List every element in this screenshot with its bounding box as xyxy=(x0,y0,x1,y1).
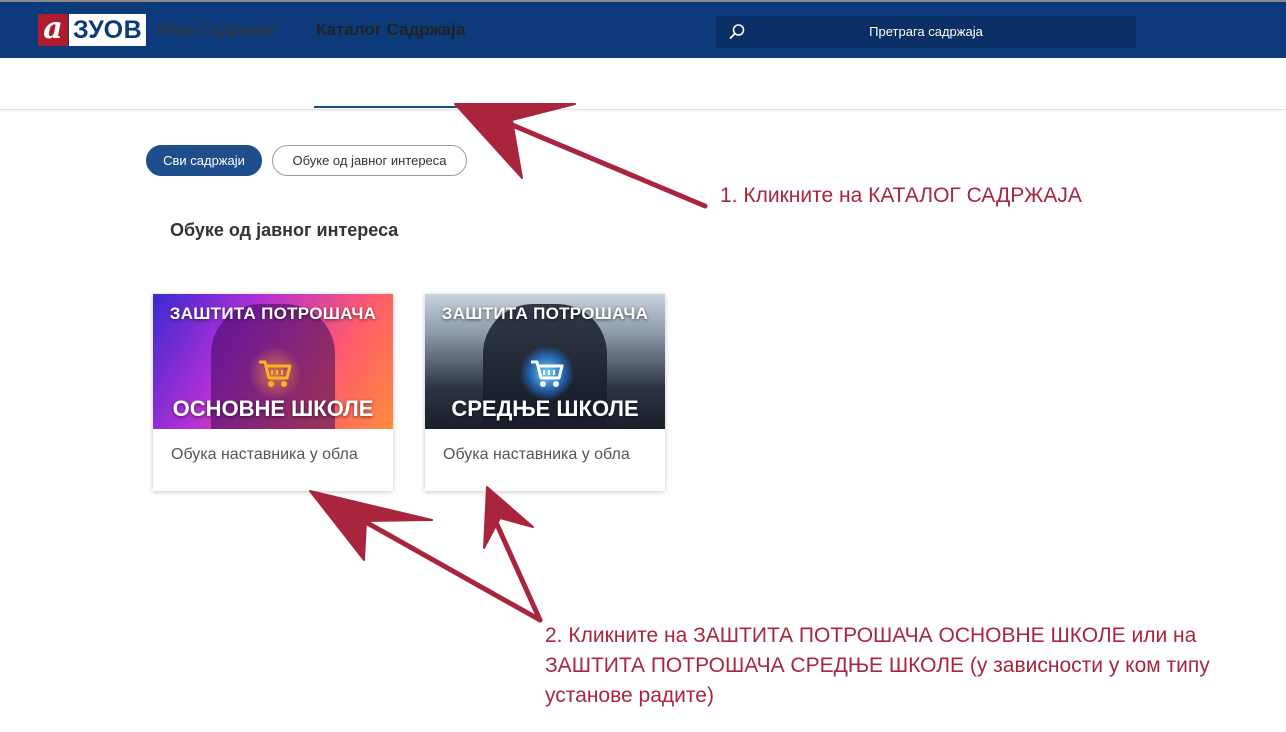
annotation-step-2: 2. Кликните на ЗАШТИТА ПОТРОШАЧА ОСНОВНЕ… xyxy=(545,624,1210,707)
filter-all-content[interactable]: Сви садржаји xyxy=(146,145,262,176)
logo-text: ЗУОВ xyxy=(69,14,147,46)
logo-mark: а xyxy=(38,14,68,46)
filter-public-interest[interactable]: Обуке од јавног интереса xyxy=(272,145,467,176)
zuov-logo[interactable]: а ЗУОВ xyxy=(38,13,147,47)
tab-my-content[interactable]: Моји Садржаји xyxy=(157,20,274,40)
arrow-to-card-secondary xyxy=(492,517,543,623)
shopping-cart-icon xyxy=(259,360,292,387)
course-thumbnail[interactable]: ЗАШТИТА ПОТРОШАЧА ОСНОВНЕ ШКОЛЕ xyxy=(153,294,393,429)
thumbnail-subtitle: ОСНОВНЕ ШКОЛЕ xyxy=(172,396,374,421)
active-tab-indicator xyxy=(314,106,466,108)
arrow-to-catalog xyxy=(502,119,708,209)
arrowhead-card-primary xyxy=(309,490,433,561)
course-description: Обука наставника у обла xyxy=(171,446,358,463)
search-icon[interactable] xyxy=(728,23,746,41)
search-box[interactable]: Претрага садржаја xyxy=(716,16,1136,48)
course-card-secondary-schools[interactable]: ЗАШТИТА ПОТРОШАЧА СРЕДЊЕ ШКОЛЕ Обука нас… xyxy=(425,294,665,491)
course-thumbnail[interactable]: ЗАШТИТА ПОТРОШАЧА СРЕДЊЕ ШКОЛЕ xyxy=(425,294,665,429)
arrowhead-card-secondary xyxy=(483,486,534,549)
search-input[interactable]: Претрага садржаја xyxy=(776,16,1076,48)
course-description: Обука наставника у обла xyxy=(443,446,630,463)
arrowhead-catalog xyxy=(454,103,576,179)
thumbnail-title: ЗАШТИТА ПОТРОШАЧА xyxy=(441,304,649,323)
annotation-step-1: 1. Кликните на КАТАЛОГ САДРЖАЈА xyxy=(720,184,1082,207)
thumbnail-subtitle: СРЕДЊЕ ШКОЛЕ xyxy=(451,396,639,421)
course-card-primary-schools[interactable]: ЗАШТИТА ПОТРОШАЧА ОСНОВНЕ ШКОЛЕ Обука на… xyxy=(153,294,393,491)
tab-content-catalog[interactable]: Каталог Садржаја xyxy=(316,20,465,40)
arrow-to-card-primary xyxy=(359,517,543,623)
content-nav xyxy=(0,58,1286,110)
section-title: Обуке од јавног интереса xyxy=(170,220,399,240)
thumbnail-title: ЗАШТИТА ПОТРОШАЧА xyxy=(169,304,377,323)
shopping-cart-icon xyxy=(531,360,564,387)
